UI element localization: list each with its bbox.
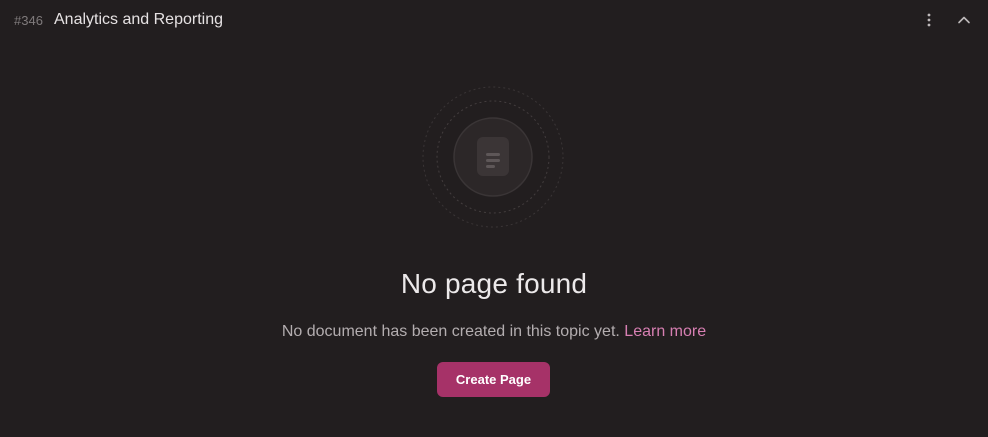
empty-state-description: No document has been created in this top… [0, 323, 988, 341]
learn-more-link[interactable]: Learn more [624, 323, 706, 340]
chevron-up-icon [958, 16, 970, 24]
collapse-button[interactable] [952, 8, 976, 32]
document-icon [477, 137, 509, 176]
create-page-button[interactable]: Create Page [437, 362, 550, 397]
topic-title: Analytics and Reporting [54, 11, 223, 28]
topic-panel: #346 Analytics and Reporting No page fou… [0, 0, 988, 437]
empty-state-description-text: No document has been created in this top… [281, 323, 620, 340]
topic-header: #346 Analytics and Reporting [0, 0, 988, 42]
more-options-button[interactable] [917, 8, 941, 32]
more-vertical-icon [927, 13, 931, 27]
empty-state-title: No page found [400, 268, 588, 299]
topic-id: #346 [14, 13, 43, 28]
empty-state-illustration [420, 84, 566, 230]
